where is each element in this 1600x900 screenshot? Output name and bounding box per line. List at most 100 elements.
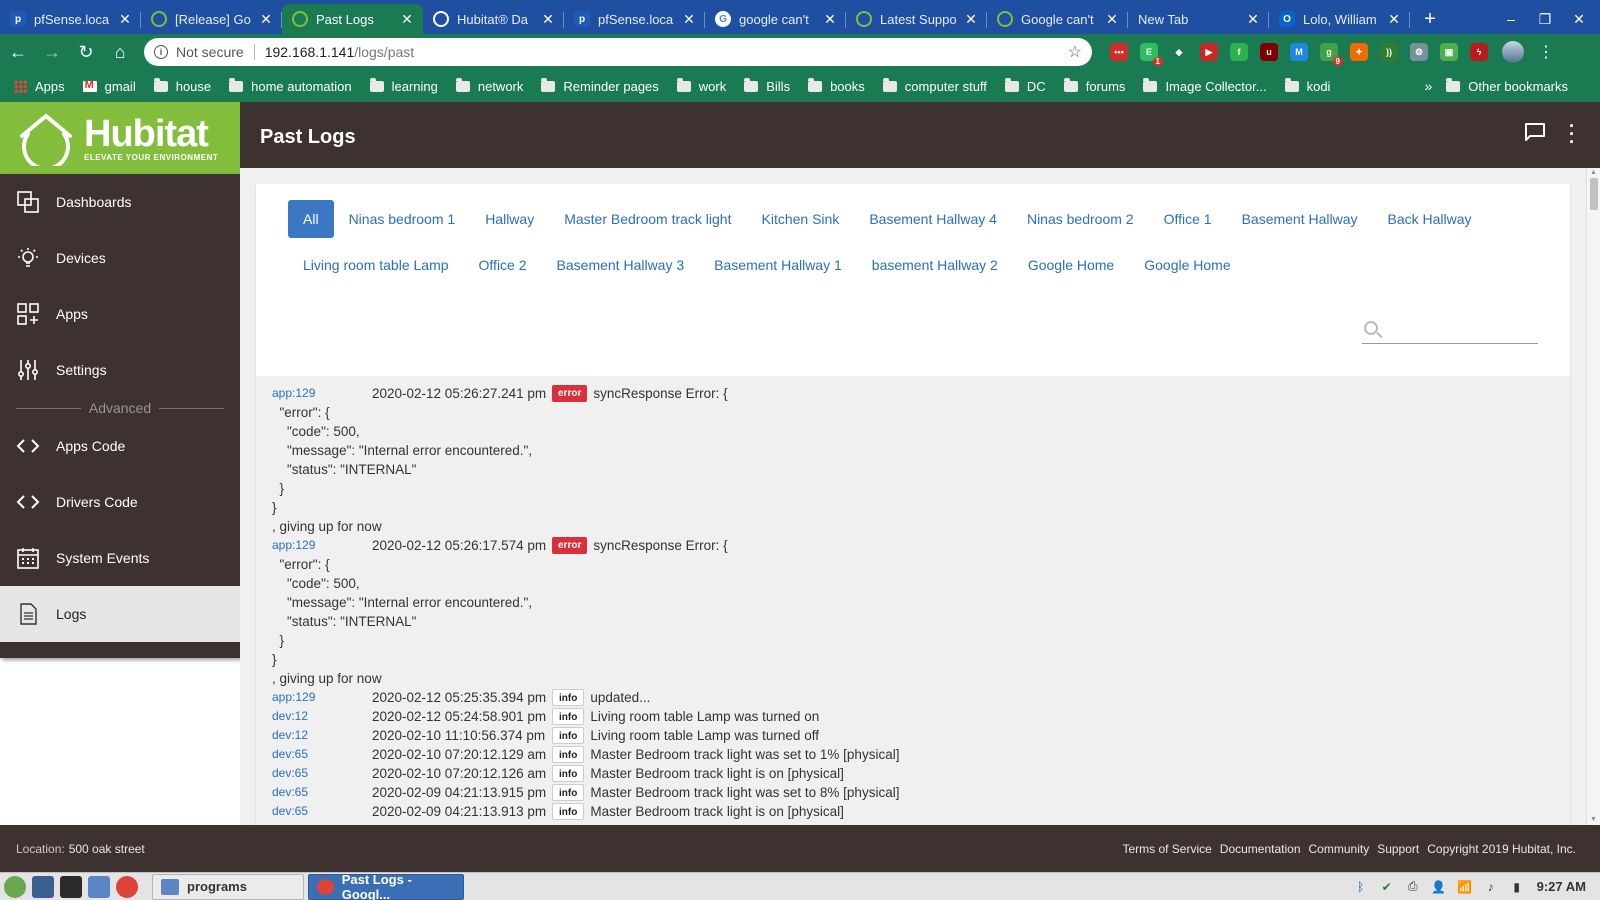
clock[interactable]: 9:27 AM: [1537, 879, 1586, 894]
log-source-link[interactable]: dev:12: [272, 726, 372, 745]
bluetooth-icon[interactable]: ᛒ: [1353, 879, 1369, 895]
chrome-menu-icon[interactable]: ⋮: [1538, 42, 1554, 62]
tab-close-icon[interactable]: ✕: [258, 11, 274, 28]
filter-button[interactable]: Office 1: [1149, 200, 1227, 238]
sidebar-item-settings[interactable]: Settings: [0, 342, 240, 398]
ublock-icon[interactable]: u: [1260, 43, 1278, 61]
new-tab-button[interactable]: +: [1416, 4, 1444, 34]
browser-tab[interactable]: Hubitat® Da ✕: [423, 4, 564, 34]
filter-button[interactable]: Living room table Lamp: [288, 246, 464, 284]
sidebar-item-system-events[interactable]: System Events: [0, 530, 240, 586]
more-options-icon[interactable]: · · ·: [1568, 117, 1576, 151]
bookmark-forums[interactable]: forums: [1063, 77, 1125, 94]
scroll-up-arrow[interactable]: ▲: [1590, 169, 1597, 176]
log-source-link[interactable]: dev:65: [272, 764, 372, 783]
bolt-icon[interactable]: ϟ: [1470, 43, 1488, 61]
sidebar-item-dashboards[interactable]: Dashboards: [0, 174, 240, 230]
sidebar-item-apps[interactable]: Apps: [0, 286, 240, 342]
bookmark-work[interactable]: work: [676, 77, 726, 94]
browser-tab[interactable]: p pfSense.loca ✕: [0, 4, 141, 34]
tab-close-icon[interactable]: ✕: [963, 11, 979, 28]
filter-button[interactable]: All: [288, 200, 334, 238]
info-icon[interactable]: i: [154, 45, 168, 59]
tab-close-icon[interactable]: ✕: [1245, 11, 1261, 28]
filter-button[interactable]: Office 2: [464, 246, 542, 284]
bookmark-books[interactable]: books: [808, 77, 865, 94]
filter-button[interactable]: Google Home: [1013, 246, 1129, 284]
bookmark-image-collector[interactable]: Image Collector...: [1143, 77, 1267, 94]
log-source-link[interactable]: dev:65: [272, 783, 372, 802]
tab-close-icon[interactable]: ✕: [822, 11, 838, 28]
terminal-icon[interactable]: [60, 875, 82, 898]
bookmark-network[interactable]: network: [455, 77, 523, 94]
minimize-button[interactable]: –: [1496, 4, 1526, 34]
bookmark-house[interactable]: house: [153, 77, 211, 94]
tab-close-icon[interactable]: ✕: [1386, 11, 1402, 28]
screenshot-icon[interactable]: ▣: [1440, 43, 1458, 61]
hubitat-logo[interactable]: Hubitat ELEVATE YOUR ENVIRONMENT: [0, 102, 240, 174]
bookmark-bills[interactable]: Bills: [744, 77, 790, 94]
log-source-link[interactable]: app:129: [272, 536, 372, 555]
bookmark-dc[interactable]: DC: [1004, 77, 1046, 94]
filter-button[interactable]: Ninas bedroom 2: [1012, 200, 1149, 238]
browser-tab[interactable]: p pfSense.loca ✕: [564, 4, 705, 34]
forward-button[interactable]: →: [36, 36, 68, 68]
filter-button[interactable]: Kitchen Sink: [747, 200, 855, 238]
browser-tab[interactable]: Past Logs ✕: [282, 4, 423, 34]
log-source-link[interactable]: dev:65: [272, 802, 372, 821]
bookmark-learning[interactable]: learning: [369, 77, 438, 94]
taskbar-window-button[interactable]: programs: [152, 873, 304, 900]
shield-check-icon[interactable]: ✔: [1379, 879, 1395, 895]
tab-close-icon[interactable]: ✕: [399, 11, 415, 28]
bookmark-reminder-pages[interactable]: Reminder pages: [541, 77, 659, 94]
scroll-thumb[interactable]: [1590, 178, 1598, 210]
filter-button[interactable]: Basement Hallway 3: [542, 246, 700, 284]
lastpass-icon[interactable]: •••: [1110, 43, 1128, 61]
bookmark-computer-stuff[interactable]: computer stuff: [882, 77, 987, 94]
url-text[interactable]: 192.168.1.141/logs/past: [265, 44, 414, 60]
sidebar-item-drivers-code[interactable]: Drivers Code: [0, 474, 240, 530]
tab-close-icon[interactable]: ✕: [540, 11, 556, 28]
reload-button[interactable]: ↻: [70, 36, 102, 68]
files-icon[interactable]: [88, 875, 110, 898]
log-search[interactable]: [1362, 318, 1538, 344]
mint-menu-icon[interactable]: [4, 875, 26, 898]
back-button[interactable]: ←: [2, 36, 34, 68]
bookmark-gmail[interactable]: gmail: [82, 79, 136, 94]
taskbar-window-button[interactable]: Past Logs - Googl...: [308, 872, 464, 900]
gear-ext-icon[interactable]: ⚙: [1410, 43, 1428, 61]
filter-button[interactable]: Back Hallway: [1373, 200, 1487, 238]
page-scrollbar[interactable]: ▲ ▼: [1586, 168, 1600, 825]
diamond-icon[interactable]: ◆: [1170, 43, 1188, 61]
show-desktop-icon[interactable]: [32, 875, 54, 898]
battery-icon[interactable]: ▮: [1509, 879, 1525, 895]
footer-link[interactable]: Documentation: [1220, 842, 1301, 856]
rss-icon[interactable]: )): [1380, 43, 1398, 61]
browser-tab[interactable]: Ggoogle can't ✕: [705, 4, 846, 34]
address-bar[interactable]: i Not secure 192.168.1.141/logs/past ☆: [144, 38, 1092, 66]
security-label[interactable]: Not secure: [176, 44, 244, 60]
bookmark-home-automation[interactable]: home automation: [229, 77, 352, 94]
fire-icon[interactable]: ✦: [1350, 43, 1368, 61]
user-icon[interactable]: 👤: [1431, 879, 1447, 895]
filter-button[interactable]: Hallway: [470, 200, 549, 238]
bookmarks-overflow-button[interactable]: »: [1425, 78, 1433, 94]
profile-avatar[interactable]: [1502, 41, 1524, 63]
log-source-link[interactable]: dev:65: [272, 745, 372, 764]
filter-button[interactable]: basement Hallway 2: [857, 246, 1013, 284]
chat-icon[interactable]: [1524, 122, 1546, 142]
bookmark-kodi[interactable]: kodi: [1284, 77, 1330, 94]
printer-icon[interactable]: ⎙: [1405, 879, 1421, 895]
footer-link[interactable]: Support: [1377, 842, 1419, 856]
chrome-icon[interactable]: [116, 875, 138, 898]
scroll-down-arrow[interactable]: ▼: [1590, 816, 1597, 823]
notifier-icon[interactable]: g9: [1320, 43, 1343, 66]
mailtrack-icon[interactable]: M: [1290, 43, 1308, 61]
filter-button[interactable]: Basement Hallway 4: [854, 200, 1012, 238]
tab-close-icon[interactable]: ✕: [1104, 11, 1120, 28]
browser-tab[interactable]: Latest Suppo ✕: [846, 4, 987, 34]
footer-link[interactable]: Terms of Service: [1122, 842, 1211, 856]
other-bookmarks[interactable]: Other bookmarks: [1446, 77, 1586, 94]
close-window-button[interactable]: ✕: [1564, 4, 1594, 34]
restore-button[interactable]: ❐: [1530, 4, 1560, 34]
